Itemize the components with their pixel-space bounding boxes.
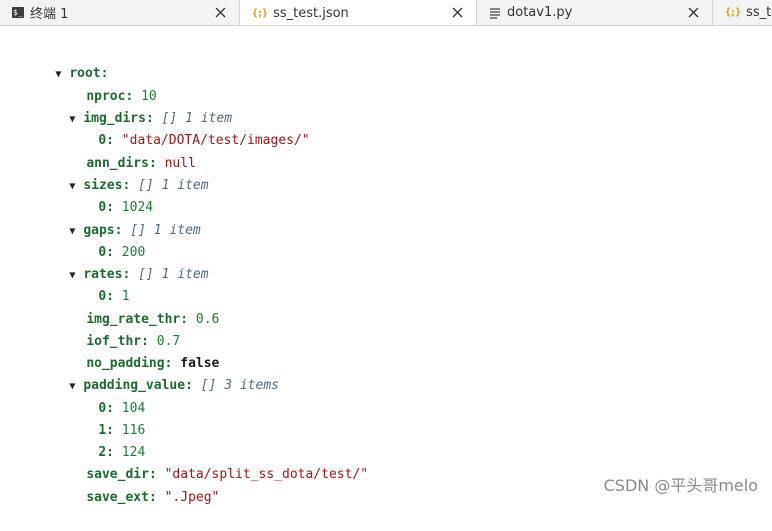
tree-row-rates-0: 0: 1 (98, 289, 130, 304)
tree-key: save_ext (86, 490, 149, 505)
tree-row-img-dirs-0: 0: "data/DOTA/test/images/" (98, 133, 310, 148)
tree-row-gaps[interactable]: ▼ gaps: [] 1 item (38, 198, 200, 238)
tab-ss-test-json[interactable]: {;} ss_test.json (240, 0, 477, 25)
tree-row-save-dir: save_dir: "data/split_ss_dota/test/" (86, 467, 369, 482)
close-icon[interactable] (685, 4, 702, 21)
tree-row-ann-dirs: ann_dirs: null (86, 156, 196, 171)
json-icon: {;} (725, 7, 741, 18)
tree-count: 1 item (161, 267, 209, 282)
tree-row-iof-thr: iof_thr: 0.7 (86, 334, 181, 349)
tree-count: 1 item (161, 178, 209, 193)
tree-type: [] (138, 267, 154, 282)
tree-row-sizes[interactable]: ▼ sizes: [] 1 item (38, 153, 208, 193)
tree-value: ".Jpeg" (164, 490, 220, 505)
tree-row-no-padding: no_padding: false (86, 356, 220, 371)
tree-type: [] (200, 378, 217, 393)
tab-label: ss_tra (746, 5, 772, 20)
tree-row-nproc: nproc: 10 (86, 89, 157, 104)
text-file-icon (489, 7, 501, 19)
tree-row-padding-value-2: 2: 124 (98, 445, 146, 460)
json-viewer: ▼ root: nproc: 10 ▼ img_dirs: [] 1 item 0:… (0, 26, 772, 505)
tree-value: 0.6 (195, 312, 220, 327)
tab-label: 终端 1 (30, 7, 69, 22)
tree-row-gaps-0: 0: 200 (98, 245, 146, 260)
tab-label: dotav1.py (507, 5, 573, 20)
tree-row-padding-value-1: 1: 116 (98, 423, 146, 438)
tab-label: ss_test.json (273, 5, 349, 21)
tab-ss-train[interactable]: {;} ss_tra (713, 0, 772, 25)
watermark: CSDN @平头哥melo (603, 476, 758, 495)
tree-row-sizes-0: 0: 1024 (98, 200, 154, 215)
tree-row-img-rate-thr: img_rate_thr: 0.6 (86, 312, 220, 327)
json-icon: {;} (252, 7, 268, 19)
tree-row-rates[interactable]: ▼ rates: [] 1 item (38, 242, 208, 282)
tree-count: 1 item (153, 223, 201, 238)
tab-terminal[interactable]: $_ 终端 1 (0, 0, 240, 25)
tree-count: 3 items (224, 378, 279, 393)
tab-bar: $_ 终端 1 {;} ss_test.json dotav1.py {;} s… (0, 0, 772, 26)
tree-row-padding-value[interactable]: ▼ padding_value: [] 3 items (38, 353, 279, 393)
tree-row-img-dirs[interactable]: ▼ img_dirs: [] 1 item (38, 86, 232, 126)
close-icon[interactable] (212, 4, 229, 21)
terminal-icon: $_ (12, 7, 24, 18)
tab-dotav1-py[interactable]: dotav1.py (477, 0, 713, 25)
tree-row-padding-value-0: 0: 104 (98, 401, 146, 416)
tree-row-root[interactable]: ▼ root: (24, 41, 108, 81)
close-icon[interactable] (449, 4, 466, 21)
tree-row-save-ext: save_ext: ".Jpeg" (86, 490, 220, 505)
